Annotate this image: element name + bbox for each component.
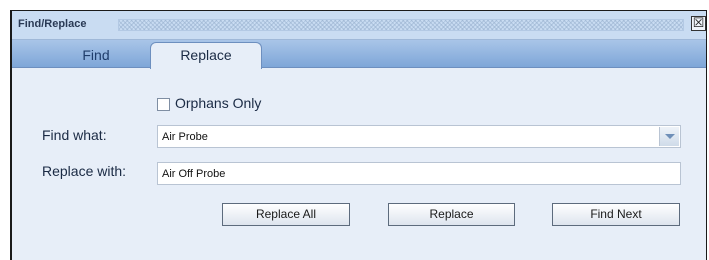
replace-with-value[interactable]: Air Off Probe [162, 168, 225, 180]
orphans-only-checkbox[interactable] [157, 98, 170, 111]
find-replace-dialog: Find/Replace ☒ Find Replace Orphans Only… [10, 10, 707, 260]
replace-with-input[interactable]: Air Off Probe [157, 162, 681, 185]
find-what-label: Find what: [42, 127, 107, 143]
find-what-value[interactable]: Air Probe [162, 131, 208, 143]
tab-find[interactable]: Find [40, 43, 152, 67]
tab-strip: Find Replace [12, 40, 706, 69]
dialog-title: Find/Replace [18, 18, 87, 30]
chevron-down-icon[interactable] [659, 127, 679, 146]
drag-grip[interactable] [118, 19, 684, 31]
find-what-combobox[interactable]: Air Probe [157, 125, 681, 148]
close-icon[interactable]: ☒ [691, 16, 706, 31]
title-bar[interactable]: Find/Replace ☒ [12, 11, 706, 40]
replace-with-label: Replace with: [42, 163, 127, 179]
tab-replace[interactable]: Replace [150, 42, 262, 69]
find-next-button[interactable]: Find Next [552, 203, 680, 226]
replace-all-button[interactable]: Replace All [222, 203, 350, 226]
replace-button[interactable]: Replace [388, 203, 515, 226]
orphans-only-label[interactable]: Orphans Only [175, 95, 261, 111]
